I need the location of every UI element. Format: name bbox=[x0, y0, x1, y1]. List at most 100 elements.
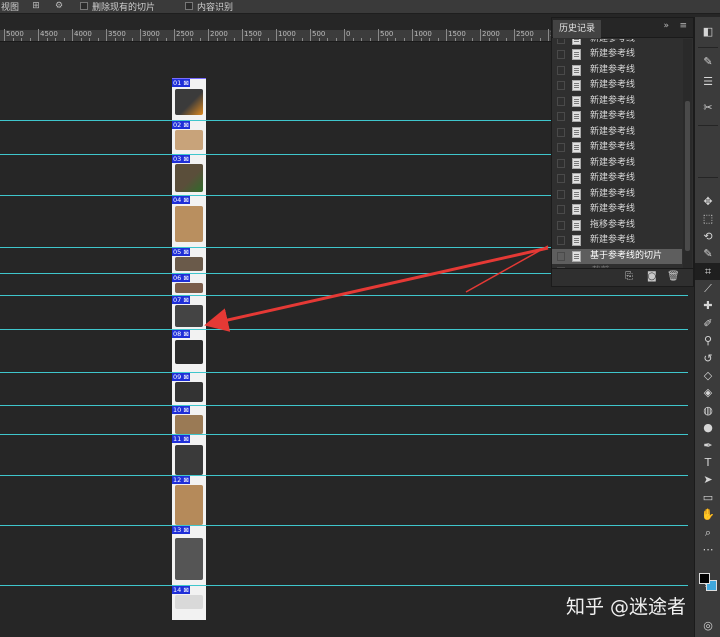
history-item[interactable]: 新建参考线 bbox=[552, 156, 682, 171]
history-item[interactable]: 新建参考线 bbox=[552, 140, 682, 155]
collapse-panel-icon[interactable]: » bbox=[663, 21, 669, 31]
horizontal-guide[interactable] bbox=[0, 372, 688, 373]
history-item[interactable]: 新建参考线 bbox=[552, 78, 682, 93]
scissors-icon[interactable]: ✂ bbox=[695, 99, 720, 116]
slice-number-label: 08 ⊠ bbox=[172, 330, 190, 338]
slice-10[interactable]: 10 ⊠ bbox=[172, 405, 206, 434]
type-tool-icon[interactable]: T bbox=[695, 454, 720, 471]
history-item[interactable]: 新建参考线 bbox=[552, 187, 682, 202]
foreground-color-swatch[interactable] bbox=[699, 573, 710, 584]
trash-icon[interactable]: 🗑 bbox=[667, 271, 680, 282]
history-source-checkbox[interactable] bbox=[557, 251, 565, 261]
history-item[interactable]: 新建参考线 bbox=[552, 94, 682, 109]
more-tools-icon[interactable]: ⋯ bbox=[695, 541, 720, 558]
quick-mask-icon[interactable]: ◎ bbox=[695, 617, 720, 634]
slice-grid-icon[interactable]: ⊞ bbox=[30, 1, 42, 12]
slice-04[interactable]: 04 ⊠ bbox=[172, 195, 206, 247]
path-select-tool-icon[interactable]: ➤ bbox=[695, 471, 720, 488]
new-document-from-state-icon[interactable]: ⎘ bbox=[625, 271, 633, 282]
history-item[interactable]: 新建参考线 bbox=[552, 63, 682, 78]
history-item[interactable]: 新建参考线 bbox=[552, 109, 682, 124]
slice-08[interactable]: 08 ⊠ bbox=[172, 329, 206, 372]
slice-14[interactable]: 14 ⊠ bbox=[172, 585, 206, 620]
slice-number-label: 12 ⊠ bbox=[172, 476, 190, 484]
history-source-checkbox[interactable] bbox=[557, 158, 565, 168]
history-item[interactable]: 新建参考线 bbox=[552, 125, 682, 140]
history-source-checkbox[interactable] bbox=[557, 39, 565, 44]
paint-bucket-tool-icon[interactable]: ◈ bbox=[695, 384, 720, 401]
history-scrollbar-thumb[interactable] bbox=[685, 101, 690, 251]
slice-13[interactable]: 13 ⊠ bbox=[172, 525, 206, 585]
blur-tool-icon[interactable]: ◍ bbox=[695, 402, 720, 419]
horizontal-guide[interactable] bbox=[0, 329, 688, 330]
pen-tool-icon[interactable]: ✒ bbox=[695, 437, 720, 454]
history-item[interactable]: 新建参考线 bbox=[552, 171, 682, 186]
history-scrollbar[interactable] bbox=[683, 39, 692, 279]
history-source-checkbox[interactable] bbox=[557, 236, 565, 245]
sliders-icon[interactable]: ☰ bbox=[695, 73, 720, 90]
move-tool-icon[interactable]: ✥ bbox=[695, 193, 720, 210]
horizontal-guide[interactable] bbox=[0, 525, 688, 526]
history-item[interactable]: 基于参考线的切片 bbox=[552, 248, 682, 264]
delete-existing-slices-checkbox[interactable] bbox=[80, 2, 88, 10]
history-source-checkbox[interactable] bbox=[557, 65, 565, 75]
history-state-icon bbox=[572, 80, 581, 91]
history-item[interactable]: 新建参考线 bbox=[552, 47, 682, 62]
slice-07[interactable]: 07 ⊠ bbox=[172, 295, 206, 329]
history-item[interactable]: 新建参考线 bbox=[552, 233, 682, 248]
rectangle-tool-icon[interactable]: ▭ bbox=[695, 489, 720, 506]
ruler-major-tick bbox=[4, 29, 5, 41]
quick-select-tool-icon[interactable]: ✎ bbox=[695, 245, 720, 262]
ruler-minor-tick bbox=[403, 38, 405, 41]
history-item[interactable]: 新建参考线 bbox=[552, 202, 682, 217]
marquee-tool-icon[interactable]: ⬚ bbox=[695, 210, 720, 227]
history-source-checkbox[interactable] bbox=[557, 112, 565, 121]
history-source-checkbox[interactable] bbox=[557, 81, 565, 90]
history-item[interactable]: 拖移参考线 bbox=[552, 218, 682, 233]
history-source-checkbox[interactable] bbox=[557, 143, 565, 152]
tab-history[interactable]: 历史记录 bbox=[553, 20, 602, 38]
horizontal-guide[interactable] bbox=[0, 405, 688, 406]
horizontal-guide[interactable] bbox=[0, 434, 688, 435]
gear-icon[interactable]: ⚙ bbox=[53, 1, 65, 12]
crop-tool-icon[interactable]: ⌗ bbox=[695, 262, 720, 280]
hand-tool-icon[interactable]: ✋ bbox=[695, 506, 720, 523]
ruler-tick-label: 3500 bbox=[108, 30, 126, 38]
horizontal-guide[interactable] bbox=[0, 295, 688, 296]
slice-12[interactable]: 12 ⊠ bbox=[172, 475, 206, 525]
slice-11[interactable]: 11 ⊠ bbox=[172, 434, 206, 475]
history-source-checkbox[interactable] bbox=[557, 174, 565, 183]
slice-02[interactable]: 02 ⊠ bbox=[172, 120, 206, 154]
horizontal-guide[interactable] bbox=[0, 585, 688, 586]
slice-09[interactable]: 09 ⊠ bbox=[172, 372, 206, 405]
slice-06[interactable]: 06 ⊠ bbox=[172, 273, 206, 295]
ruler-minor-tick bbox=[148, 38, 150, 41]
adjust-panel-icon[interactable]: ◧ bbox=[695, 23, 720, 40]
slice-03[interactable]: 03 ⊠ bbox=[172, 154, 206, 195]
product-photo-thumbnail bbox=[175, 283, 203, 293]
history-source-checkbox[interactable] bbox=[557, 189, 565, 199]
history-brush-tool-icon[interactable]: ↺ bbox=[695, 350, 720, 367]
eyedropper-tool-icon[interactable]: ⟋ bbox=[695, 280, 720, 297]
horizontal-guide[interactable] bbox=[0, 475, 688, 476]
lasso-tool-icon[interactable]: ⟲ bbox=[695, 228, 720, 245]
panel-menu-icon[interactable]: ≡ bbox=[679, 21, 687, 31]
brush-settings-icon[interactable]: ✎ bbox=[695, 53, 720, 70]
history-source-checkbox[interactable] bbox=[557, 220, 565, 230]
dodge-tool-icon[interactable]: ● bbox=[695, 419, 720, 436]
eraser-tool-icon[interactable]: ◇ bbox=[695, 367, 720, 384]
content-aware-checkbox[interactable] bbox=[185, 2, 193, 10]
ruler-major-tick bbox=[378, 29, 379, 41]
clone-stamp-tool-icon[interactable]: ⚲ bbox=[695, 332, 720, 349]
camera-snapshot-icon[interactable]: ◙ bbox=[647, 271, 657, 282]
history-source-checkbox[interactable] bbox=[557, 127, 565, 137]
history-source-checkbox[interactable] bbox=[557, 205, 565, 214]
history-item[interactable]: 新建参考线 bbox=[552, 39, 682, 47]
history-source-checkbox[interactable] bbox=[557, 96, 565, 106]
healing-brush-tool-icon[interactable]: ✚ bbox=[695, 297, 720, 314]
history-source-checkbox[interactable] bbox=[557, 50, 565, 59]
slice-05[interactable]: 05 ⊠ bbox=[172, 247, 206, 273]
brush-tool-icon[interactable]: ✐ bbox=[695, 315, 720, 332]
slice-01[interactable]: 01 ⊠ bbox=[172, 78, 206, 120]
zoom-tool-icon[interactable]: ⌕ bbox=[695, 524, 720, 541]
